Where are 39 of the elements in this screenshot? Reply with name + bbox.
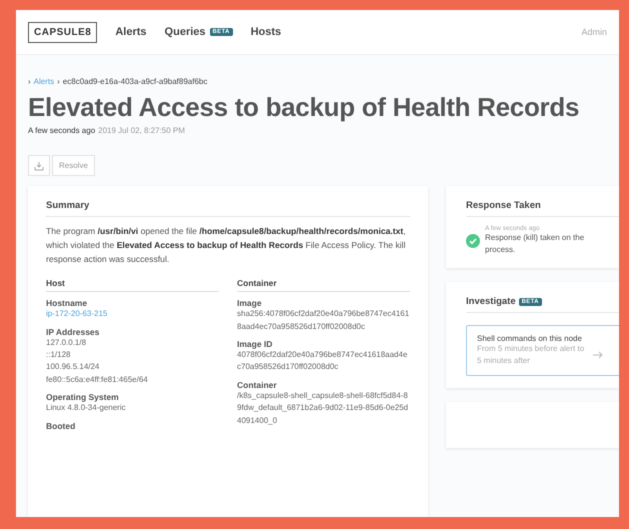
- field-value: 100.96.5.14/24: [46, 361, 100, 374]
- field-label: Booted: [46, 420, 76, 431]
- field-label: IP Addresses: [46, 326, 100, 337]
- alert-title: Elevated Access to backup of Health Records: [28, 92, 580, 123]
- field-value: Linux 4.8.0-34-generic: [46, 402, 127, 414]
- field-value: sha256:4078f06cf2daf20e40a796be8747ec41618aad4ec70a958526d170ff02008d0c: [237, 308, 410, 333]
- query-detail: From 5 minutes before alert to 5 minutes after: [477, 343, 586, 367]
- response-text: Response (kill) taken on the process.: [485, 232, 586, 256]
- section-heading: Host: [46, 278, 219, 292]
- field-label: Image ID: [237, 339, 274, 350]
- card-heading: Investigate: [466, 296, 516, 307]
- card-heading: Summary: [46, 200, 410, 217]
- field-label: Hostname: [46, 298, 88, 308]
- field-label: Container: [237, 380, 278, 390]
- logo[interactable]: CAPSULE8: [28, 22, 98, 42]
- field-value: /k8s_capsule8-shell_capsule8-shell-68fcf5d84-89fdw_default_6871b2a6-9d02-11e9-85d6-0e25d4091400_0: [237, 390, 410, 427]
- relative-time: A few seconds ago: [28, 126, 96, 135]
- field-label: Image: [237, 298, 263, 308]
- check-icon: [466, 234, 480, 248]
- field-label: Operating System: [46, 392, 120, 402]
- field-value: ::1/128: [46, 349, 72, 362]
- arrow-right-icon: [593, 351, 603, 359]
- breadcrumb-separator: ›: [57, 77, 60, 86]
- nav-link[interactable]: Alerts: [115, 26, 147, 38]
- summary-text: The program /usr/bin/vi opened the file /home/capsule8/backup/health/records/monica.txt, which violated the Elevated Access to backup of Health Records File Access Policy. The kill response action was successful.: [46, 225, 407, 266]
- nav-link[interactable]: Queries: [164, 26, 206, 38]
- field-value: fe80::5c6a:e4ff:fe81:465e/64: [46, 374, 149, 386]
- field-value: 4078f06cf2daf20e40a796be8747ec41618aad4ec70a958526d170ff02008d0c: [237, 349, 408, 374]
- download-icon: [34, 160, 44, 170]
- timestamp: 2019 Jul 02, 8:27:50 PM: [98, 126, 185, 135]
- section-heading: Container: [237, 278, 410, 292]
- card-heading: Response Taken: [466, 200, 619, 217]
- breadcrumb-separator: ›: [28, 77, 31, 86]
- download-button[interactable]: [28, 155, 50, 176]
- field-value: 127.0.0.1/8: [46, 336, 88, 349]
- query-title: Shell commands on this node: [477, 334, 583, 343]
- nav-link[interactable]: Hosts: [250, 26, 282, 38]
- breadcrumb-current: ec8c0ad9-e16a-403a-a9cf-a9baf89af6bc: [62, 77, 208, 86]
- query-card[interactable]: Shell commands on this node From 5 minutes before alert to 5 minutes after: [466, 325, 619, 376]
